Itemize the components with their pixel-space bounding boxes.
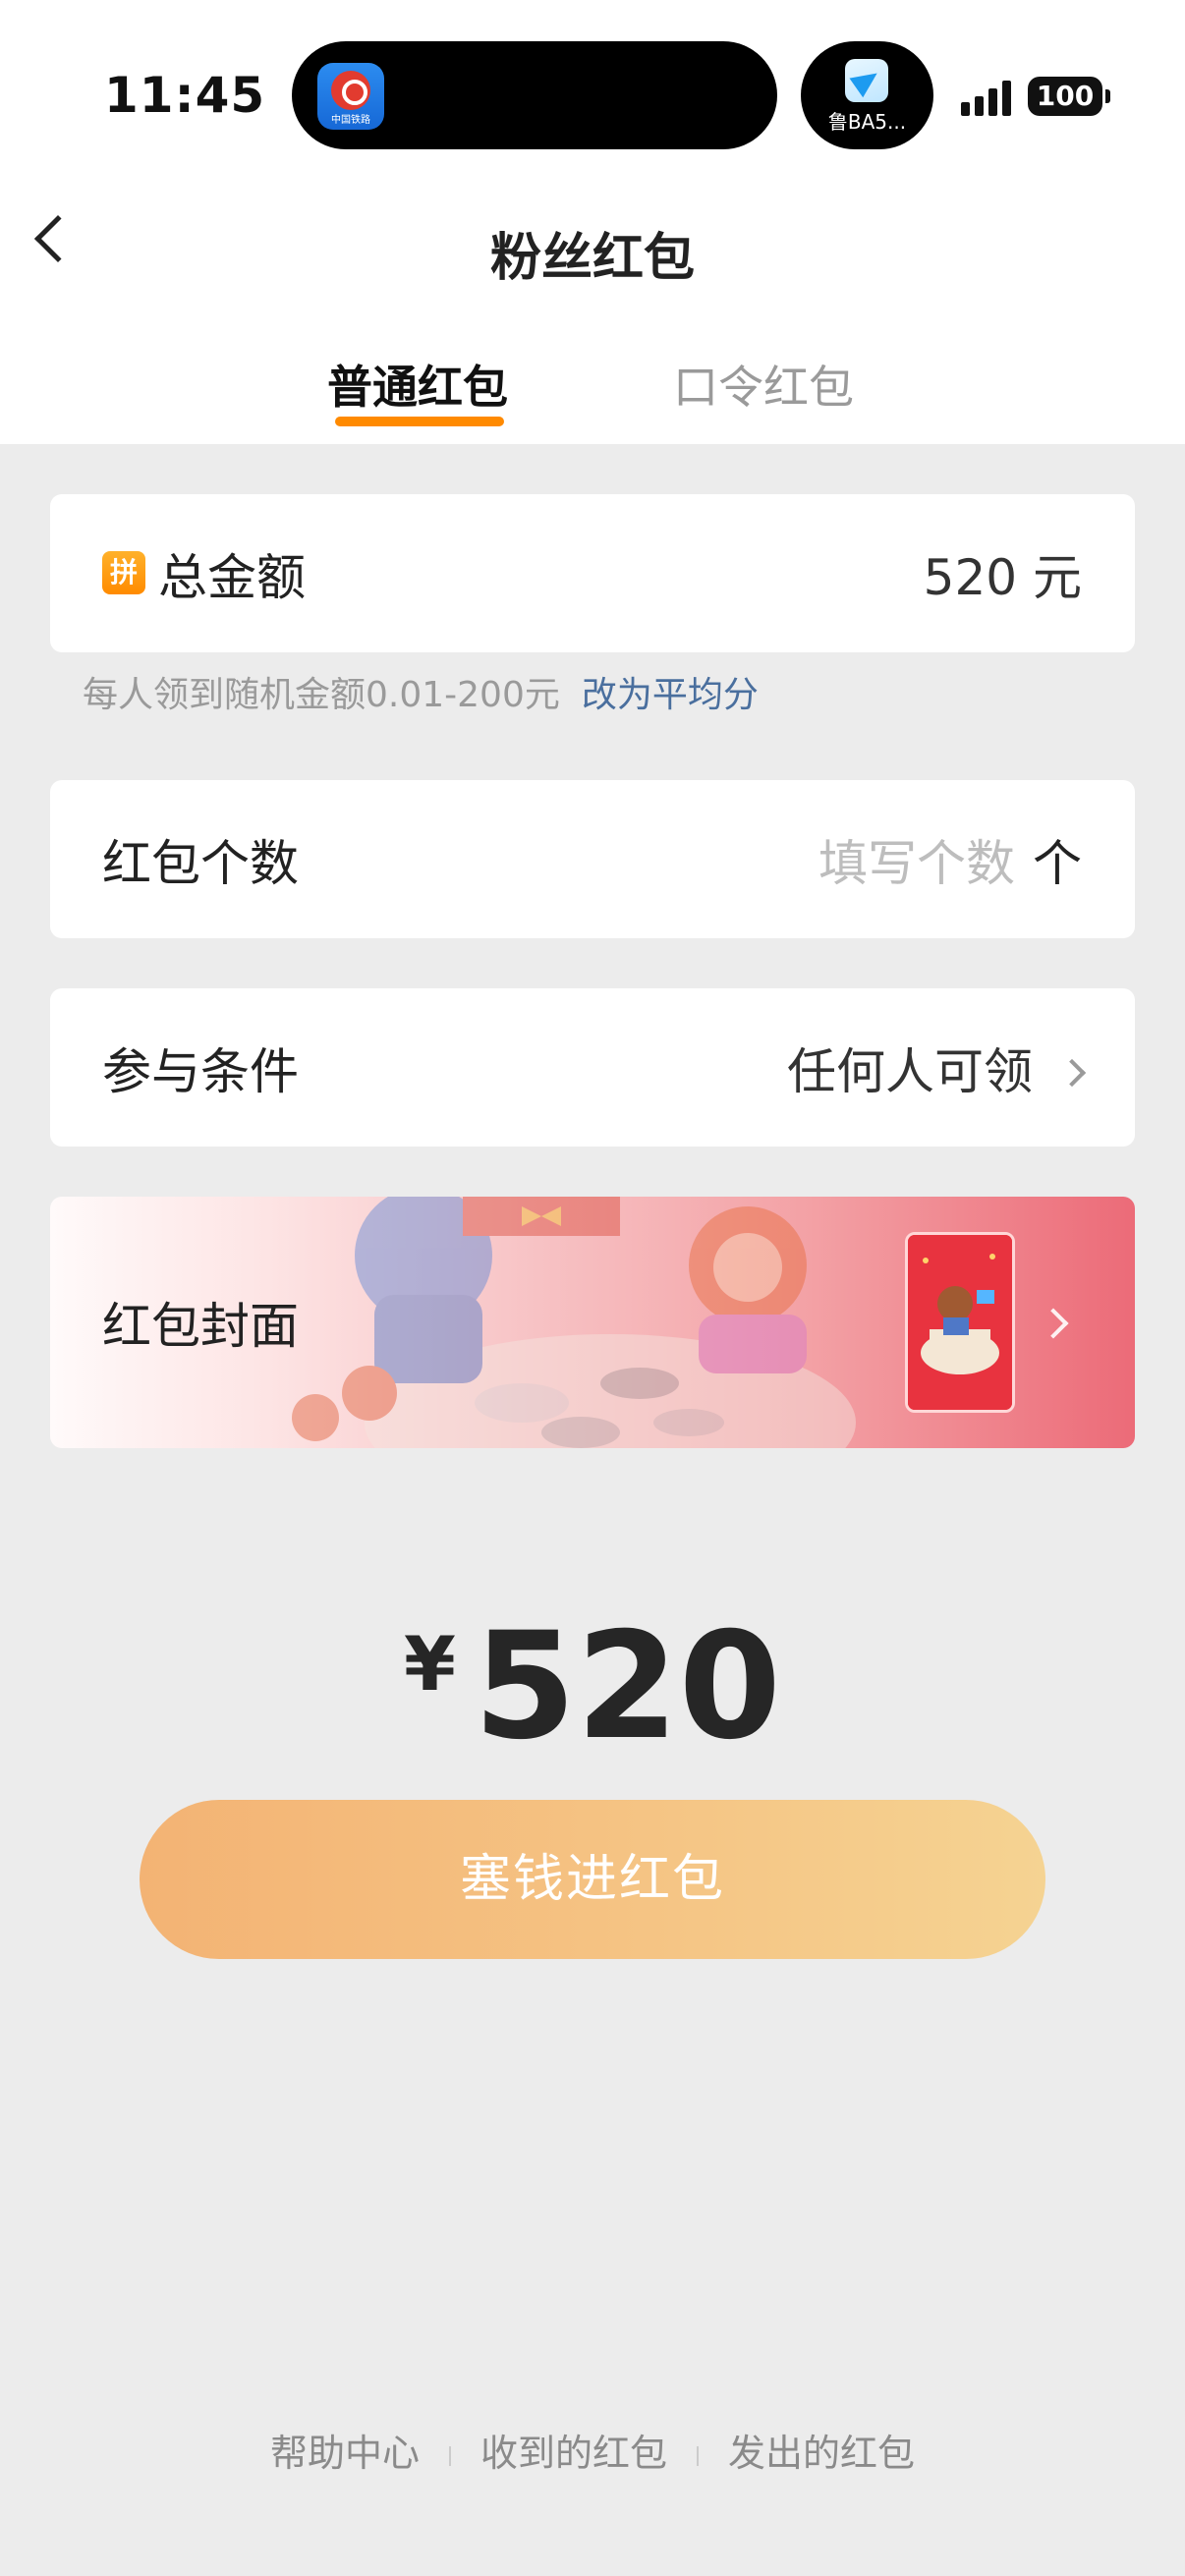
active-tab-indicator bbox=[335, 417, 504, 426]
participation-condition-value-wrap: 任何人可领 bbox=[787, 1033, 1087, 1103]
dynamic-island[interactable]: 中国铁路 bbox=[292, 41, 777, 149]
cover-illustration bbox=[292, 1197, 856, 1448]
status-time: 11:45 bbox=[104, 67, 266, 124]
cover-thumbnail-art bbox=[908, 1235, 1012, 1410]
footer-divider bbox=[697, 2445, 699, 2466]
participation-condition-label: 参与条件 bbox=[102, 1042, 299, 1100]
total-amount-label: 总金额 bbox=[158, 548, 306, 606]
packet-count-placeholder: 填写个数 bbox=[818, 834, 1015, 892]
live-activity-text: 鲁BA5... bbox=[827, 110, 907, 134]
amount-value: 520 bbox=[473, 1601, 781, 1772]
random-amount-hint: 每人领到随机金额0.01-200元 改为平均分 bbox=[83, 666, 759, 717]
live-activity-pill[interactable]: 鲁BA5... bbox=[801, 41, 933, 149]
battery-indicator: 100 bbox=[1028, 77, 1110, 116]
packet-count-field[interactable]: 填写个数个 bbox=[818, 824, 1082, 895]
participation-condition-card[interactable]: 参与条件 任何人可领 bbox=[50, 988, 1135, 1147]
packet-count-label: 红包个数 bbox=[102, 834, 299, 892]
tab-normal-red-packet[interactable]: 普通红包 bbox=[327, 352, 508, 417]
cover-thumbnail bbox=[905, 1232, 1015, 1413]
total-amount-card[interactable]: 拼 总金额 520 元 bbox=[50, 494, 1135, 652]
cellular-signal-icon bbox=[961, 77, 1014, 116]
packet-count-unit: 个 bbox=[1033, 834, 1082, 892]
participation-condition-value: 任何人可领 bbox=[787, 1042, 1033, 1100]
footer-divider bbox=[448, 2445, 451, 2466]
cover-chevron-right-icon bbox=[1038, 1308, 1069, 1339]
footer-links: 帮助中心 收到的红包 发出的红包 bbox=[0, 2423, 1185, 2477]
chevron-right-icon bbox=[1057, 1058, 1087, 1087]
red-packet-cover-card[interactable]: 红包封面 bbox=[50, 1197, 1135, 1448]
amount-display: ¥520 bbox=[0, 1601, 1185, 1772]
help-center-link[interactable]: 帮助中心 bbox=[270, 2432, 420, 2475]
currency-symbol: ¥ bbox=[403, 1620, 456, 1708]
railway-app-label: 中国铁路 bbox=[331, 115, 370, 126]
put-money-button[interactable]: 塞钱进红包 bbox=[140, 1800, 1045, 1959]
railway-logo-icon bbox=[331, 71, 370, 110]
tab-password-red-packet[interactable]: 口令红包 bbox=[673, 352, 854, 417]
switch-to-average-link[interactable]: 改为平均分 bbox=[582, 675, 759, 715]
cover-label: 红包封面 bbox=[102, 1298, 299, 1355]
received-packets-link[interactable]: 收到的红包 bbox=[480, 2432, 667, 2475]
pin-badge-icon: 拼 bbox=[102, 551, 145, 594]
sent-packets-link[interactable]: 发出的红包 bbox=[728, 2432, 915, 2475]
railway-app-icon: 中国铁路 bbox=[317, 63, 384, 130]
navigation-arrow-icon bbox=[845, 59, 888, 102]
packet-count-card[interactable]: 红包个数 填写个数个 bbox=[50, 780, 1135, 938]
random-amount-hint-text: 每人领到随机金额0.01-200元 bbox=[83, 675, 560, 715]
total-amount-value[interactable]: 520 元 bbox=[924, 538, 1082, 609]
page-title: 粉丝红包 bbox=[489, 229, 695, 288]
